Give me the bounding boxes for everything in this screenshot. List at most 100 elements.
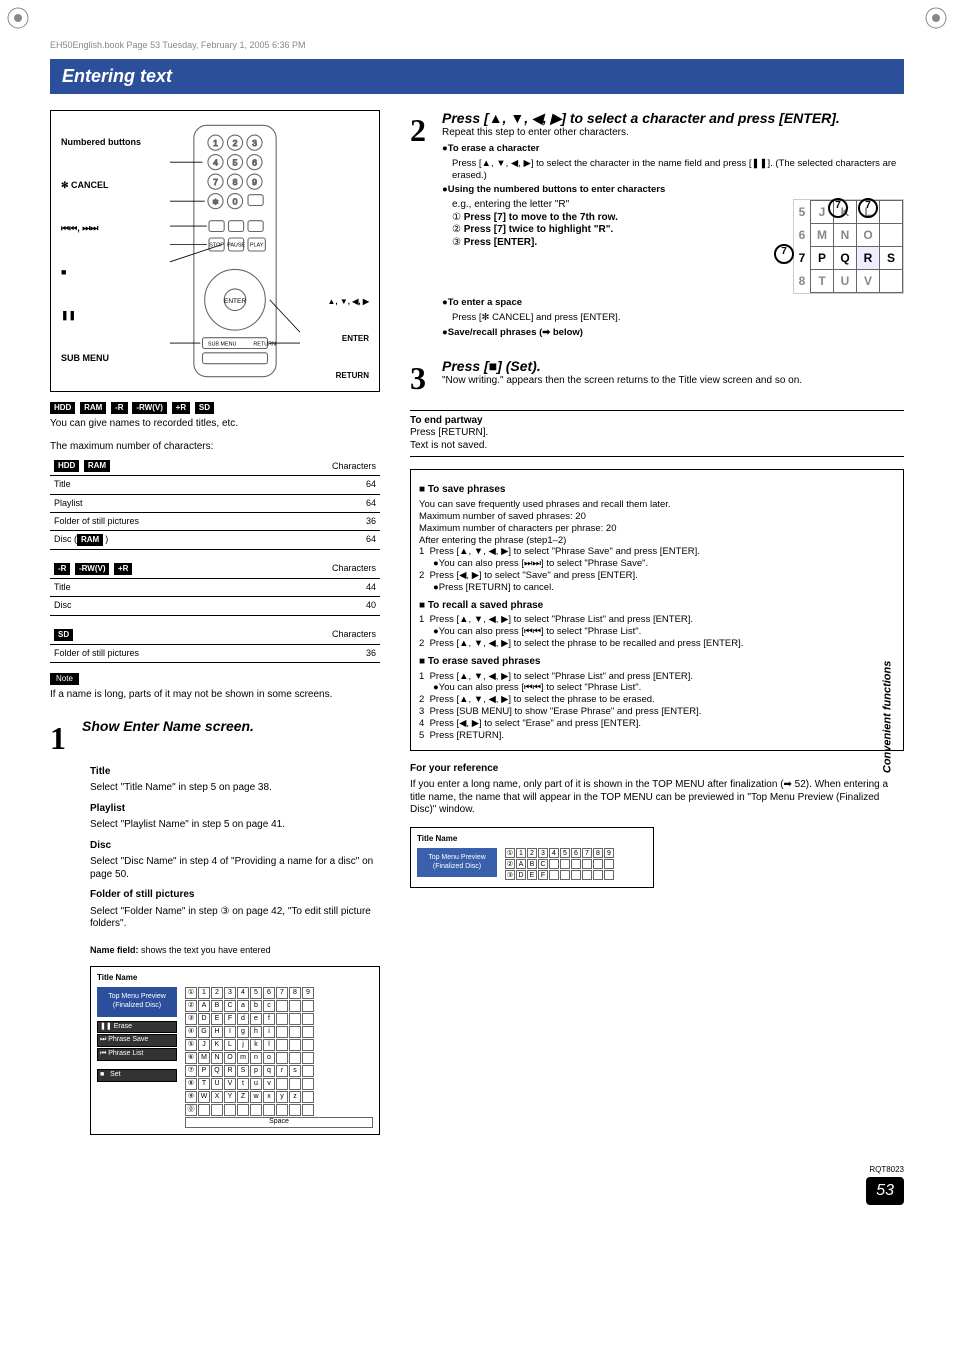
cell: Playlist bbox=[50, 494, 262, 512]
tn-phrase-list: ⏮ Phrase List bbox=[97, 1048, 177, 1061]
remote-svg: 1 2 3 4 5 6 7 8 9 ✻ 0 STOP P bbox=[167, 121, 303, 381]
tn-space: Space bbox=[185, 1117, 373, 1128]
badge: -RW(V) bbox=[132, 402, 167, 414]
step-number: 3 bbox=[410, 358, 426, 398]
title-name-box: Title Name Top Menu Preview(Finalized Di… bbox=[90, 966, 380, 1135]
tn-erase: ❚❚ Erase bbox=[97, 1021, 177, 1034]
cell: Folder of still pictures bbox=[50, 644, 262, 662]
cell: Disc bbox=[50, 597, 258, 615]
cell: 36 bbox=[262, 644, 380, 662]
remote-label: ENTER bbox=[342, 334, 369, 344]
format-badges: HDD RAM -R -RW(V) +R SD bbox=[50, 402, 380, 415]
tn-title: Title Name bbox=[97, 973, 137, 982]
tn-set: ■ Set bbox=[97, 1069, 177, 1082]
cell: 64 bbox=[262, 476, 380, 494]
char-table-1: HDD RAM Characters Title64 Playlist64 Fo… bbox=[50, 457, 380, 550]
numbtn-1: Press [7] to move to the 7th row. bbox=[464, 212, 618, 223]
char-table-3: SD Characters Folder of still pictures36 bbox=[50, 626, 380, 663]
col-head: Characters bbox=[258, 560, 380, 579]
book-meta: EH50English.book Page 53 Tuesday, Februa… bbox=[50, 40, 904, 51]
note-text: If a name is long, parts of it may not b… bbox=[50, 689, 380, 702]
badge: +R bbox=[172, 402, 190, 414]
badge: RAM bbox=[80, 402, 106, 414]
space-h: To enter a space bbox=[448, 297, 522, 308]
remote-diagram: Numbered buttons ✻ CANCEL ⏮⏮, ⏭⏭ ■ ❚❚ SU… bbox=[50, 110, 380, 392]
name-field-label: Name field: bbox=[90, 945, 139, 955]
space-t: Press [✻ CANCEL] and press [ENTER]. bbox=[452, 312, 904, 324]
svg-text:0: 0 bbox=[233, 196, 238, 206]
name-field-text: shows the text you have entered bbox=[141, 945, 271, 955]
svg-text:ENTER: ENTER bbox=[224, 298, 246, 305]
badge: +R bbox=[114, 563, 132, 575]
tn-phrase-save: ⏭ Phrase Save bbox=[97, 1034, 177, 1047]
save-h1: ■ To save phrases bbox=[419, 484, 895, 497]
svg-text:1: 1 bbox=[213, 138, 218, 148]
saverecall: Save/recall phrases (➡ below) bbox=[448, 327, 583, 338]
badge: SD bbox=[195, 402, 214, 414]
badge: SD bbox=[54, 629, 73, 641]
cell: 40 bbox=[258, 597, 380, 615]
step1-head: Show Enter Name screen. bbox=[82, 718, 380, 736]
ref-h: For your reference bbox=[410, 763, 904, 776]
remote-label: SUB MENU bbox=[61, 353, 161, 364]
badge: HDD bbox=[54, 460, 79, 472]
col-head: Characters bbox=[262, 626, 380, 645]
page-number: 53 bbox=[866, 1177, 904, 1205]
badge: -RW(V) bbox=[75, 563, 110, 575]
svg-text:✻: ✻ bbox=[212, 197, 219, 206]
char-grid: ①123456789 ②ABCabc ③DEFdef ④GHIghi ⑤JKLj… bbox=[185, 987, 373, 1116]
badge: HDD bbox=[50, 402, 75, 414]
crop-mark-icon bbox=[922, 4, 950, 32]
rqt-code: RQT8023 bbox=[50, 1165, 904, 1175]
remote-label: RETURN bbox=[336, 371, 369, 381]
step1-fold-t: Select "Folder Name" in step ③ on page 4… bbox=[90, 906, 380, 931]
step1-fold-h: Folder of still pictures bbox=[90, 889, 380, 902]
numbtn-eg: e.g., entering the letter "R" bbox=[452, 199, 779, 212]
erase-h: To erase a character bbox=[448, 143, 540, 154]
remote-label: ✻ CANCEL bbox=[61, 180, 161, 191]
side-section-label: Convenient functions bbox=[881, 660, 895, 772]
remote-label: ⏮⏮, ⏭⏭ bbox=[61, 223, 161, 234]
svg-text:SUB MENU: SUB MENU bbox=[208, 341, 237, 347]
svg-text:RETURN: RETURN bbox=[253, 341, 276, 347]
svg-text:2: 2 bbox=[233, 138, 238, 148]
cell: Title bbox=[50, 476, 262, 494]
remote-label: ▲, ▼, ◀, ▶ bbox=[328, 297, 369, 307]
step3-head: Press [■] (Set). bbox=[442, 358, 904, 376]
svg-text:6: 6 bbox=[252, 157, 257, 167]
ref-t: If you enter a long name, only part of i… bbox=[410, 779, 904, 817]
note-label: Note bbox=[50, 673, 79, 685]
badge: RAM bbox=[84, 460, 110, 472]
save-h3: ■ To erase saved phrases bbox=[419, 656, 895, 669]
step1-pl-t: Select "Playlist Name" in step 5 on page… bbox=[90, 819, 380, 832]
cell: 36 bbox=[262, 512, 380, 530]
save-phrases-box: ■ To save phrases You can save frequentl… bbox=[410, 469, 904, 750]
step1-title-t: Select "Title Name" in step 5 on page 38… bbox=[90, 782, 380, 795]
step-number: 1 bbox=[50, 718, 66, 758]
cell: Disc (RAM) bbox=[50, 531, 262, 550]
numbtn-3: Press [ENTER]. bbox=[464, 237, 537, 248]
tn-preview: Top Menu Preview(Finalized Disc) bbox=[97, 987, 177, 1017]
svg-text:9: 9 bbox=[252, 177, 257, 187]
crop-mark-icon bbox=[4, 4, 32, 32]
step3-sub: "Now writing." appears then the screen r… bbox=[442, 375, 904, 388]
svg-text:3: 3 bbox=[252, 138, 257, 148]
badge: -R bbox=[54, 563, 70, 575]
col-head: Characters bbox=[262, 457, 380, 476]
end-partway: To end partway Press [RETURN]. Text is n… bbox=[410, 410, 904, 458]
page-title: Entering text bbox=[50, 59, 904, 94]
svg-text:8: 8 bbox=[233, 177, 238, 187]
erase-t: Press [▲, ▼, ◀, ▶] to select the charact… bbox=[452, 158, 904, 182]
badge: -R bbox=[111, 402, 127, 414]
cell: 64 bbox=[262, 494, 380, 512]
cell: 64 bbox=[262, 531, 380, 550]
step1-title-h: Title bbox=[90, 766, 380, 779]
svg-text:PAUSE: PAUSE bbox=[227, 242, 245, 248]
svg-text:PLAY: PLAY bbox=[250, 242, 264, 248]
step1-disc-t: Select "Disc Name" in step 4 of "Providi… bbox=[90, 856, 380, 881]
cell: Folder of still pictures bbox=[50, 512, 262, 530]
char-table-2: -R -RW(V) +R Characters Title44 Disc40 bbox=[50, 560, 380, 616]
title-name-box-2: Title Name Top Menu Preview(Finalized Di… bbox=[410, 827, 654, 889]
step2-head: Press [▲, ▼, ◀, ▶] to select a character… bbox=[442, 110, 904, 128]
step1-pl-h: Playlist bbox=[90, 803, 380, 816]
